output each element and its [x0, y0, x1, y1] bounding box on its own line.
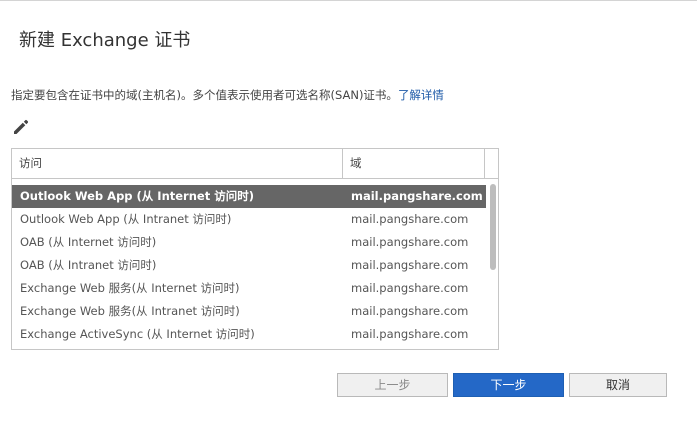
domain-cell: mail.pangshare.com: [351, 189, 483, 203]
domain-cell: mail.pangshare.com: [351, 327, 469, 341]
table-header: 访问 域: [12, 149, 498, 179]
access-cell: Exchange ActiveSync (从 Internet 访问时): [20, 327, 255, 341]
domain-cell: mail.pangshare.com: [351, 258, 469, 272]
access-cell: OAB (从 Intranet 访问时): [20, 258, 157, 272]
cancel-button[interactable]: 取消: [569, 373, 667, 397]
next-button[interactable]: 下一步: [453, 373, 564, 397]
back-button[interactable]: 上一步: [337, 373, 448, 397]
domain-cell: mail.pangshare.com: [351, 281, 469, 295]
table-row[interactable]: Exchange Web 服务(从 Intranet 访问时) mail.pan…: [12, 300, 486, 323]
access-cell: OAB (从 Internet 访问时): [20, 235, 157, 249]
domain-cell: mail.pangshare.com: [351, 304, 469, 318]
access-cell: Exchange Web 服务(从 Intranet 访问时): [20, 304, 240, 318]
table-row[interactable]: Exchange ActiveSync (从 Internet 访问时) mai…: [12, 323, 486, 346]
column-header-access[interactable]: 访问: [12, 149, 343, 178]
access-cell: Exchange Web 服务(从 Internet 访问时): [20, 281, 240, 295]
table-body: Outlook Web App (从 Internet 访问时) mail.pa…: [12, 185, 486, 346]
dialog-title: 新建 Exchange 证书: [19, 30, 191, 51]
table-row[interactable]: Exchange Web 服务(从 Internet 访问时) mail.pan…: [12, 277, 486, 300]
table-row[interactable]: Outlook Web App (从 Intranet 访问时) mail.pa…: [12, 208, 486, 231]
edit-button[interactable]: [11, 117, 33, 137]
column-header-domain[interactable]: 域: [343, 149, 485, 178]
table-row[interactable]: Outlook Web App (从 Internet 访问时) mail.pa…: [12, 185, 486, 208]
top-border: [0, 0, 697, 1]
description-text: 指定要包含在证书中的域(主机名)。多个值表示使用者可选名称(SAN)证书。了解详…: [11, 87, 444, 103]
table-row[interactable]: OAB (从 Intranet 访问时) mail.pangshare.com: [12, 254, 486, 277]
scrollbar-thumb[interactable]: [490, 184, 496, 270]
table-row[interactable]: OAB (从 Internet 访问时) mail.pangshare.com: [12, 231, 486, 254]
description-body: 指定要包含在证书中的域(主机名)。多个值表示使用者可选名称(SAN)证书。: [11, 88, 398, 102]
access-cell: Outlook Web App (从 Internet 访问时): [20, 189, 254, 203]
learn-more-link[interactable]: 了解详情: [398, 88, 444, 102]
access-cell: Outlook Web App (从 Intranet 访问时): [20, 212, 232, 226]
domain-cell: mail.pangshare.com: [351, 235, 469, 249]
pencil-icon: [14, 119, 29, 134]
domains-table: 访问 域 Outlook Web App (从 Internet 访问时) ma…: [11, 148, 499, 350]
domain-cell: mail.pangshare.com: [351, 212, 469, 226]
